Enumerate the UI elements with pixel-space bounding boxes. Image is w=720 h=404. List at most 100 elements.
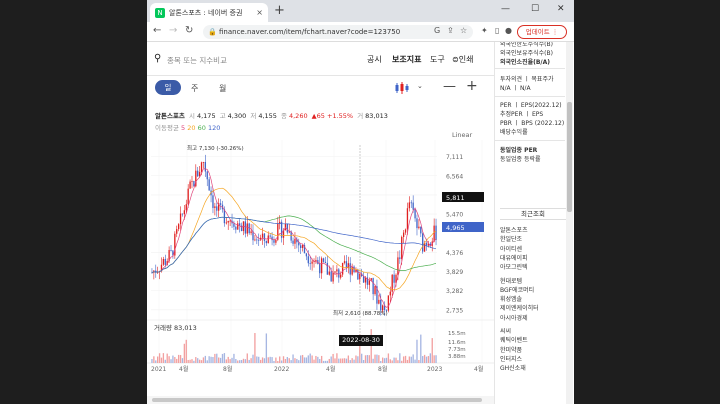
recent-view-item[interactable]: 알톤스포츠 bbox=[500, 225, 528, 234]
candle-body bbox=[345, 261, 348, 268]
volume-bar bbox=[179, 355, 182, 363]
volume-bar bbox=[364, 355, 367, 363]
recent-view-item[interactable]: GH신소재 bbox=[500, 363, 526, 372]
candle-body bbox=[227, 220, 229, 223]
minimize-icon[interactable]: — bbox=[501, 4, 510, 14]
recent-view-item[interactable]: 한미약품 bbox=[500, 345, 522, 354]
volume-bar bbox=[313, 359, 315, 363]
volume-bar bbox=[191, 359, 193, 363]
volume-bar bbox=[280, 360, 283, 363]
recent-view-item[interactable]: 한일단조 bbox=[500, 234, 522, 243]
profile-icon[interactable]: ● bbox=[505, 26, 512, 35]
candle-body bbox=[206, 171, 208, 180]
volume-bars bbox=[151, 329, 437, 363]
volume-bar bbox=[319, 359, 321, 363]
candle-body bbox=[265, 240, 268, 244]
candle-body bbox=[397, 257, 399, 275]
sidebar-scrollbar[interactable] bbox=[566, 42, 573, 404]
candle-body bbox=[372, 278, 374, 295]
price-chart[interactable]: 7,1116,5646,0175,4704,3763,8293,2822,735… bbox=[147, 0, 494, 404]
recent-view-item[interactable]: 씨씨 bbox=[500, 326, 511, 335]
candle-body bbox=[410, 202, 412, 204]
foreign-ownership-item: 외국인소진율(B/A) bbox=[500, 59, 551, 66]
recent-view-item[interactable]: 인터지스 bbox=[500, 354, 522, 363]
volume-bar bbox=[206, 360, 208, 363]
volume-bar bbox=[355, 355, 357, 363]
candle-body bbox=[177, 224, 180, 230]
candle-body bbox=[320, 258, 323, 274]
y-tick-label: 5,470 bbox=[446, 212, 463, 219]
volume-bar bbox=[210, 356, 212, 363]
volume-bar bbox=[189, 359, 191, 363]
candle-body bbox=[433, 225, 435, 242]
volume-bar bbox=[258, 356, 260, 363]
sidebar-scroll-thumb[interactable] bbox=[567, 102, 572, 212]
candle-body bbox=[319, 263, 321, 274]
candle-body bbox=[336, 269, 338, 272]
update-button[interactable]: 업데이트 ⋮ bbox=[517, 25, 567, 39]
update-label: 업데이트 bbox=[525, 28, 550, 36]
volume-bar bbox=[267, 357, 269, 363]
volume-bar bbox=[332, 353, 334, 363]
volume-bar bbox=[162, 353, 165, 363]
chart-scroll-thumb[interactable] bbox=[152, 398, 482, 402]
volume-bar bbox=[391, 360, 393, 363]
recent-view-item[interactable]: 아시아경제 bbox=[500, 313, 528, 322]
x-tick-label: 8월 bbox=[223, 365, 232, 373]
volume-bar bbox=[385, 357, 388, 363]
volume-bar bbox=[197, 358, 199, 363]
volume-bar bbox=[307, 355, 309, 363]
volume-bar bbox=[254, 333, 256, 363]
volume-bar bbox=[353, 359, 355, 363]
volume-bar bbox=[279, 356, 281, 363]
volume-bar bbox=[157, 356, 159, 363]
volume-bar bbox=[200, 360, 203, 363]
volume-bar bbox=[269, 356, 271, 363]
candle-body bbox=[341, 262, 344, 275]
candle-body bbox=[380, 299, 382, 311]
recent-view-item[interactable]: 대유에이피 bbox=[500, 253, 528, 262]
candle-body bbox=[235, 226, 237, 230]
candle-body bbox=[408, 202, 411, 209]
x-tick-label: 8월 bbox=[378, 365, 387, 373]
investment-opinion-item: N/A ㅣ N/A bbox=[500, 85, 531, 92]
volume-bar bbox=[164, 359, 166, 363]
candle-body bbox=[216, 206, 218, 211]
browser-window: N 알톤스포츠 : 네이버 증권 × + — ☐ ✕ ← → ↻ 🔒 finan… bbox=[147, 0, 574, 404]
volume-bar bbox=[284, 359, 287, 363]
valuation-item: PBR ㅣ BPS (2022.12) bbox=[500, 120, 565, 127]
recent-view-item[interactable]: 휘성엠솔 bbox=[500, 294, 522, 303]
candle-body bbox=[225, 222, 227, 224]
volume-bar bbox=[418, 360, 420, 363]
axis-labels: 7,1116,5646,0175,4704,3763,8293,2822,735… bbox=[151, 144, 484, 373]
candle-body bbox=[332, 272, 334, 282]
volume-bar bbox=[368, 355, 370, 363]
recent-view-item[interactable]: 퀘틱이벤트 bbox=[500, 335, 528, 344]
volume-bar bbox=[380, 360, 382, 363]
recent-view-item[interactable]: 아이티센 bbox=[500, 244, 522, 253]
candle-body bbox=[393, 274, 395, 283]
candle-body bbox=[294, 238, 296, 244]
candle-body bbox=[191, 181, 193, 182]
maximize-icon[interactable]: ☐ bbox=[531, 4, 539, 14]
close-window-icon[interactable]: ✕ bbox=[557, 4, 565, 14]
recent-view-item[interactable]: 현대로템 bbox=[500, 276, 522, 285]
candle-body bbox=[374, 286, 376, 295]
candle-body bbox=[183, 210, 186, 215]
volume-bar bbox=[336, 353, 338, 363]
volume-panel-label: 거래량 83,013 bbox=[154, 323, 197, 332]
candle-body bbox=[246, 223, 248, 234]
chart-scrollbar[interactable] bbox=[147, 396, 494, 404]
recent-view-item[interactable]: 제이엔케이히터 bbox=[500, 303, 539, 312]
candle-body bbox=[261, 233, 264, 238]
recent-view-item[interactable]: BGF에코머티 bbox=[500, 285, 534, 294]
recent-views-header: 최근조회 bbox=[500, 208, 566, 220]
candle-body bbox=[267, 235, 269, 244]
sidepanel-icon[interactable]: ▯ bbox=[495, 26, 499, 35]
candle-body bbox=[187, 188, 189, 205]
y-tick-label: 6,564 bbox=[446, 173, 463, 180]
recent-view-item[interactable]: 아모그린텍 bbox=[500, 262, 528, 271]
candle-body bbox=[189, 181, 191, 189]
x-tick-label: 4월 bbox=[179, 365, 188, 373]
candle-body bbox=[311, 261, 313, 264]
